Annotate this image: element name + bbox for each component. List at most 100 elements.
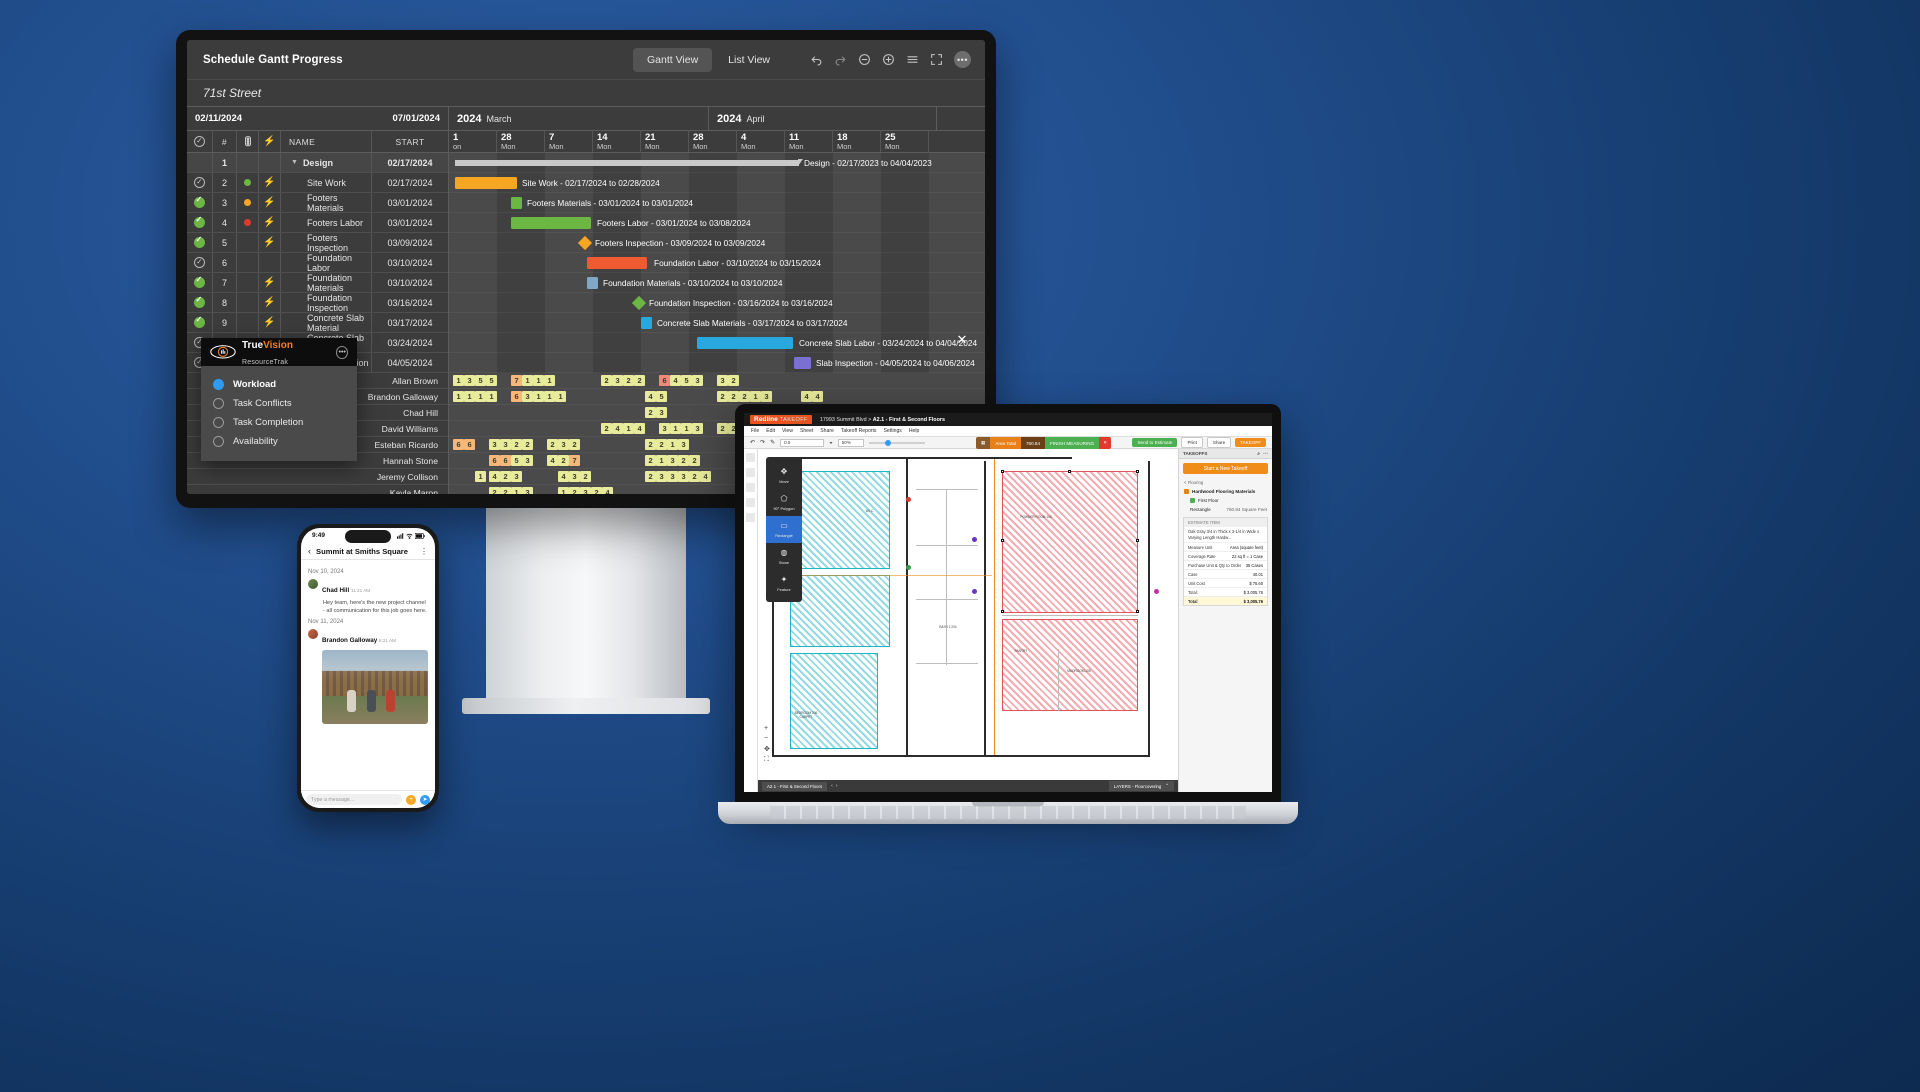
radio-button[interactable] (213, 379, 224, 390)
workload-cell[interactable]: 2 (522, 439, 533, 450)
pan-tool-icon[interactable] (746, 468, 755, 477)
expand-icon[interactable]: ⛶ (764, 756, 770, 764)
task-check-cell[interactable] (187, 313, 213, 332)
workload-cell[interactable]: 3 (717, 375, 728, 386)
task-check-cell[interactable] (187, 253, 213, 272)
vertex-handle[interactable] (1136, 610, 1139, 613)
takeoff-floor[interactable]: First Floor (1179, 496, 1272, 505)
workload-cell[interactable]: 3 (659, 423, 670, 434)
gantt-bar[interactable] (794, 357, 811, 369)
workload-cell[interactable]: 2 (569, 439, 580, 450)
message-input[interactable]: Type a message... (306, 794, 402, 805)
workload-cell[interactable]: 3 (678, 471, 689, 482)
header-check-icon[interactable] (187, 131, 213, 152)
workload-cell[interactable]: 3 (656, 471, 667, 482)
radio-button[interactable] (213, 398, 224, 409)
workload-cell[interactable]: 3 (522, 455, 533, 466)
menu-item-sheet[interactable]: Sheet (800, 428, 813, 434)
workload-cell[interactable]: 2 (569, 487, 580, 494)
marker-green[interactable] (906, 565, 911, 570)
workload-cell[interactable]: 2 (500, 487, 511, 494)
vertex-handle[interactable] (1136, 539, 1139, 542)
truevision-option-availability[interactable]: Availability (201, 432, 357, 451)
shape-tool-icon[interactable] (746, 498, 755, 507)
workload-cell[interactable]: 1 (522, 375, 533, 386)
radio-button[interactable] (213, 436, 224, 447)
finish-measuring-button[interactable]: FINISH MEASURING (1045, 437, 1100, 449)
measure-tool-icon[interactable] (746, 483, 755, 492)
workload-cell[interactable]: 4 (558, 471, 569, 482)
menu-item-takeoff-reports[interactable]: Takeoff Reports (841, 428, 877, 434)
tool-stone[interactable]: ◍ Stone (766, 543, 802, 570)
table-row[interactable]: 2 ⚡ Site Work 02/17/2024 (187, 173, 448, 193)
undo-icon[interactable]: ↶ (750, 439, 755, 446)
zoom-out-icon[interactable]: − (764, 735, 770, 742)
workload-cell[interactable]: 4 (612, 423, 623, 434)
workload-cell[interactable]: 3 (522, 391, 533, 402)
workload-cell[interactable]: 1 (486, 391, 497, 402)
workload-cell[interactable]: 5 (511, 455, 522, 466)
task-check-cell[interactable] (187, 193, 213, 212)
workload-cell[interactable]: 1 (681, 423, 692, 434)
takeoff-group[interactable]: Hardwood Flooring Materials (1179, 487, 1272, 496)
blueprint-canvas[interactable]: BEDROOM 206 CARPET W.I.C. POWDER ROOM 108… (758, 449, 1178, 792)
table-row[interactable]: 4 ⚡ Footers Labor 03/01/2024 (187, 213, 448, 233)
sheet-tab[interactable]: A2.1 - First & Second Floors (762, 781, 828, 791)
marker-pink[interactable] (1154, 589, 1159, 594)
workload-cell[interactable]: 4 (700, 471, 711, 482)
task-check-cell[interactable] (187, 233, 213, 252)
workload-cell[interactable]: 4 (602, 487, 613, 494)
vertex-handle[interactable] (1001, 610, 1004, 613)
workload-cell[interactable]: 3 (500, 439, 511, 450)
workload-cell[interactable]: 1 (750, 391, 761, 402)
takeoff-area-red[interactable] (1002, 619, 1138, 711)
workload-cell[interactable]: 3 (667, 455, 678, 466)
gantt-bar[interactable] (641, 317, 652, 329)
next-sheet-icon[interactable]: › (836, 783, 838, 789)
workload-cell[interactable]: 3 (580, 487, 591, 494)
undo-icon[interactable] (810, 53, 823, 66)
redo-icon[interactable] (834, 53, 847, 66)
takeoff-area-red[interactable] (1002, 471, 1138, 613)
sidebar-section-flooring[interactable]: < Flooring (1179, 478, 1272, 487)
workload-cell[interactable]: 4 (670, 375, 681, 386)
share-button[interactable]: Share (1206, 437, 1232, 448)
task-checkbox[interactable] (194, 195, 205, 208)
workload-cell[interactable]: 3 (692, 375, 703, 386)
workload-cell[interactable]: 2 (645, 407, 656, 418)
workload-cell[interactable]: 3 (612, 375, 623, 386)
workload-cell[interactable]: 1 (533, 375, 544, 386)
tool-feature[interactable]: ✦ Feature (766, 570, 802, 597)
send-to-estimate-button[interactable]: Send to Estimate (1132, 438, 1178, 447)
workload-cell[interactable]: 3 (464, 375, 475, 386)
text-tool-icon[interactable] (746, 513, 755, 522)
workload-cell[interactable]: 1 (623, 423, 634, 434)
truevision-option-task-completion[interactable]: Task Completion (201, 413, 357, 432)
workload-cell[interactable]: 2 (717, 391, 728, 402)
workload-cell[interactable]: 4 (634, 423, 645, 434)
workload-cell[interactable]: 2 (500, 471, 511, 482)
workload-cell[interactable]: 3 (569, 471, 580, 482)
workload-cell[interactable]: 6 (489, 455, 500, 466)
vertex-handle[interactable] (1001, 539, 1004, 542)
workload-cell[interactable]: 2 (489, 487, 500, 494)
line-width-select[interactable]: 0.5 (780, 438, 825, 447)
truevision-option-task-conflicts[interactable]: Task Conflicts (201, 394, 357, 413)
back-icon[interactable]: ‹ (308, 546, 311, 556)
close-icon[interactable]: ✕ (953, 331, 971, 349)
workload-cell[interactable]: 3 (667, 471, 678, 482)
zoom-in-icon[interactable]: + (764, 725, 770, 732)
menu-item-share[interactable]: Share (820, 428, 834, 434)
tab-gantt-view[interactable]: Gantt View (633, 47, 713, 72)
vertex-handle[interactable] (1001, 470, 1004, 473)
table-row[interactable]: 8 ⚡ Foundation Inspection 03/16/2024 (187, 293, 448, 313)
task-check-cell[interactable] (187, 153, 213, 172)
workload-cell[interactable]: 4 (645, 391, 656, 402)
workload-cell[interactable]: 2 (645, 455, 656, 466)
task-checkbox[interactable] (194, 235, 205, 248)
workload-cell[interactable]: 2 (728, 391, 739, 402)
workload-cell[interactable]: 5 (681, 375, 692, 386)
close-icon[interactable]: ✕ (1099, 437, 1112, 449)
workload-cell[interactable]: 6 (500, 455, 511, 466)
task-checkbox[interactable] (194, 275, 205, 288)
